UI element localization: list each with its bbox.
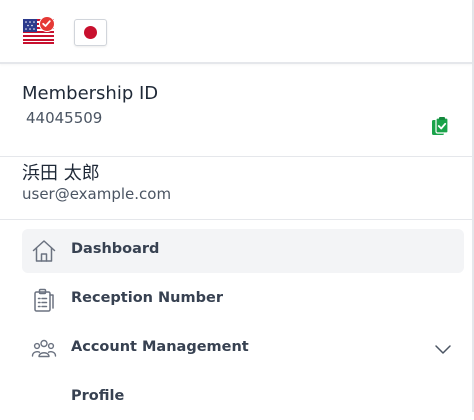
selected-check-icon	[39, 16, 55, 32]
home-icon	[31, 238, 57, 264]
user-section: 浜田 太郎 user@example.com	[0, 157, 472, 220]
user-name: 浜田 太郎	[22, 163, 100, 184]
nav-item-reception-number-label: Reception Number	[71, 290, 223, 306]
user-email: user@example.com	[22, 185, 172, 203]
nav-item-reception-number[interactable]: Reception Number	[22, 278, 464, 322]
nav-item-account-management-label: Account Management	[71, 339, 249, 355]
membership-label: Membership ID	[22, 83, 159, 104]
language-option-japanese[interactable]	[74, 19, 107, 46]
chevron-down-icon[interactable]	[434, 341, 452, 357]
nav-item-profile[interactable]: Profile	[22, 376, 464, 420]
clipboard-check-icon[interactable]	[431, 117, 449, 137]
clipboard-list-icon	[31, 287, 57, 313]
nav-item-dashboard-label: Dashboard	[71, 241, 160, 257]
membership-section: Membership ID 44045509	[0, 64, 472, 157]
language-bar	[0, 0, 472, 64]
nav-item-dashboard[interactable]: Dashboard	[22, 229, 464, 273]
membership-id-value: 44045509	[26, 109, 103, 127]
nav-item-profile-label: Profile	[71, 388, 125, 404]
users-icon	[31, 336, 57, 362]
nav-item-account-management[interactable]: Account Management	[22, 327, 464, 371]
japan-flag-icon	[84, 26, 97, 39]
